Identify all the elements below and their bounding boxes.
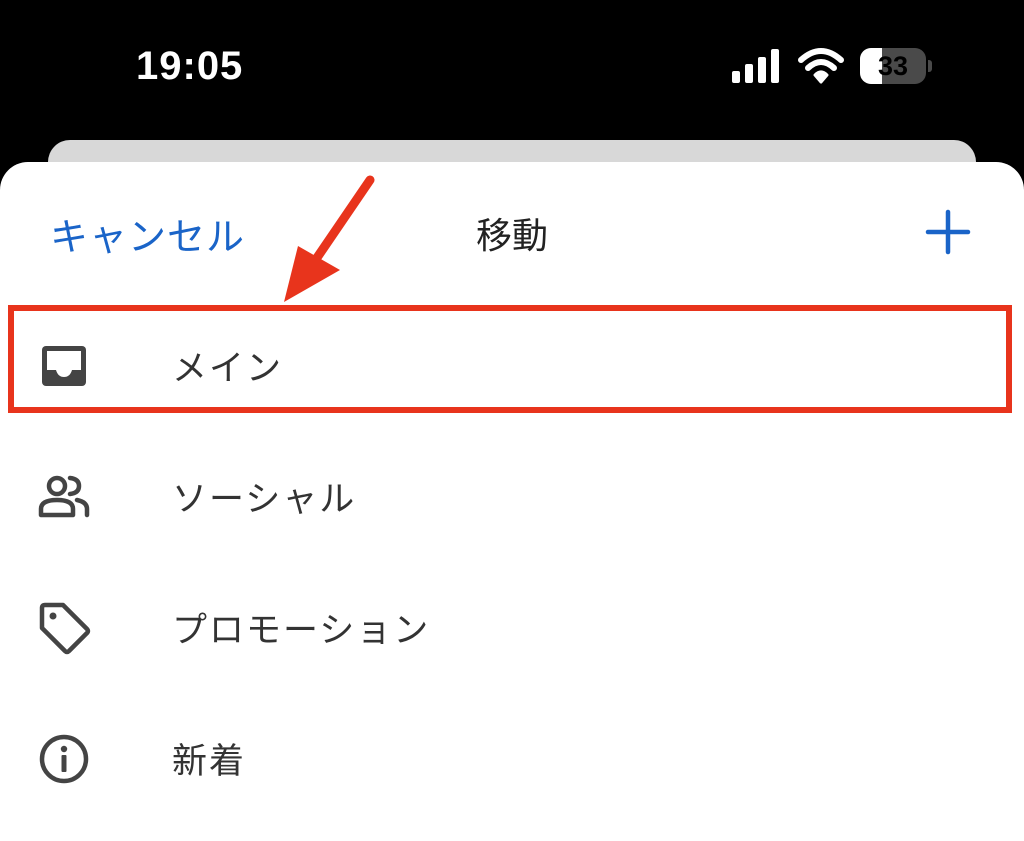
signal-icon: [732, 49, 779, 83]
status-bar: 19:05 33: [0, 0, 1024, 140]
list-item-label: ソーシャル: [172, 480, 357, 520]
list-item-promotions[interactable]: プロモーション: [0, 560, 1024, 691]
battery-icon: 33: [860, 48, 926, 84]
tag-icon: [39, 602, 91, 655]
status-icons: 33: [732, 48, 932, 84]
plus-icon[interactable]: [922, 206, 974, 258]
sheet-header: キャンセル 移動: [0, 162, 1024, 298]
status-time: 19:05: [136, 44, 244, 88]
list-item-label: 新着: [172, 742, 247, 782]
move-sheet: キャンセル 移動 メイン ソーシャル プロモーション 新着: [0, 162, 1024, 841]
annotation-arrow-icon: [284, 175, 375, 302]
list-item-label: プロモーション: [172, 611, 431, 651]
battery-label: 33: [877, 50, 909, 81]
list-item-social[interactable]: ソーシャル: [0, 429, 1024, 560]
annotation-highlight-box: [8, 305, 1012, 413]
people-icon: [38, 475, 90, 518]
battery-cap: [928, 60, 932, 72]
sheet-title: 移動: [475, 216, 548, 257]
list-item-updates[interactable]: 新着: [0, 691, 1024, 822]
info-icon: [39, 734, 89, 784]
screen: 19:05 33 キャンセル 移動 メイン ソーシャル プロモーション 新着: [0, 0, 1024, 841]
wifi-icon: [798, 48, 844, 84]
